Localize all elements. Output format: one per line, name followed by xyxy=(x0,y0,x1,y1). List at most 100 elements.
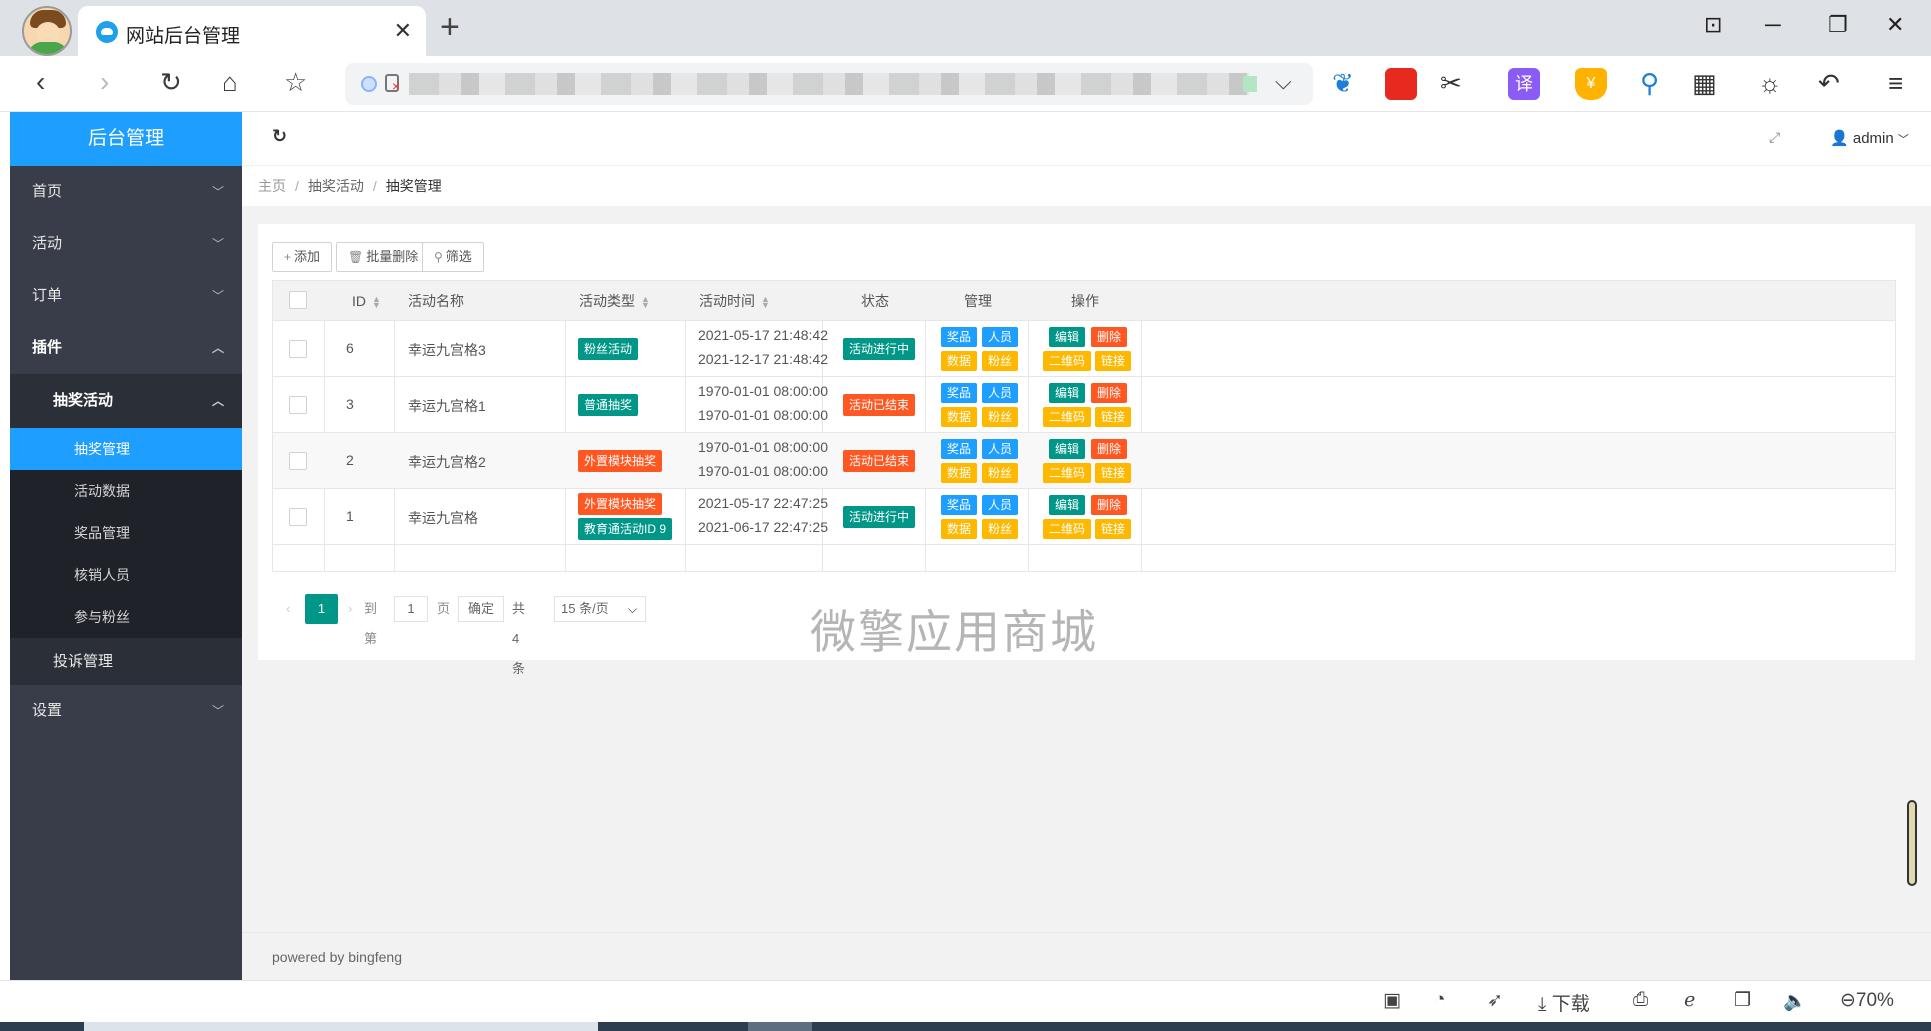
image-icon[interactable]: ▣ xyxy=(1383,989,1401,1012)
back-icon[interactable]: ‹ xyxy=(36,66,45,98)
scrollbar-thumb[interactable] xyxy=(1907,800,1917,886)
minimize-button[interactable]: ─ xyxy=(1765,12,1781,38)
sidebar-item-verifiers[interactable]: 核销人员 xyxy=(10,554,242,596)
link-button[interactable]: 链接 xyxy=(1095,519,1132,539)
col-id[interactable]: ID ▲ ▼ xyxy=(352,281,381,321)
fullscreen-icon[interactable]: ⤢ xyxy=(1769,129,1780,146)
col-type[interactable]: 活动类型 ▲ ▼ xyxy=(579,281,650,321)
qrcode-button[interactable]: 二维码 xyxy=(1043,351,1092,371)
fans-button[interactable]: 粉丝 xyxy=(982,407,1019,427)
refresh-icon[interactable]: ↻ xyxy=(272,126,287,147)
edit-button[interactable]: 编辑 xyxy=(1049,383,1086,403)
reload-icon[interactable]: ↻ xyxy=(160,66,182,98)
home-icon[interactable]: ⌂ xyxy=(222,66,238,98)
sidebar-subgroup-lottery[interactable]: 抽奖活动 ︿ xyxy=(10,374,242,428)
sidebar-item-complaints[interactable]: 投诉管理 xyxy=(10,638,242,685)
filter-button[interactable]: ⚲ 筛选 xyxy=(422,242,484,272)
sidebar-item-participants[interactable]: 参与粉丝 xyxy=(10,596,242,638)
staff-button[interactable]: 人员 xyxy=(982,327,1019,347)
data-button[interactable]: 数据 xyxy=(941,407,978,427)
link-button[interactable]: 链接 xyxy=(1095,407,1132,427)
sidebar-item-orders[interactable]: 订单 ﹀ xyxy=(10,270,242,322)
zoom-control[interactable]: ⊖70% xyxy=(1840,989,1894,1012)
undo-icon[interactable]: ↶ xyxy=(1818,68,1850,100)
sidebar-item-plugins[interactable]: 插件 ︿ xyxy=(10,322,242,374)
leaf-extension-icon[interactable]: ❦ xyxy=(1332,68,1364,100)
url-dropdown-icon[interactable]: ⌵ xyxy=(1275,69,1292,95)
link-button[interactable]: 链接 xyxy=(1095,351,1132,371)
close-window-button[interactable]: ✕ xyxy=(1886,12,1904,38)
row-checkbox[interactable] xyxy=(289,452,307,470)
fans-button[interactable]: 粉丝 xyxy=(982,463,1019,483)
delete-button[interactable]: 删除 xyxy=(1091,495,1128,515)
delete-button[interactable]: 删除 xyxy=(1091,439,1128,459)
qrcode-button[interactable]: 二维码 xyxy=(1043,463,1092,483)
menu-icon[interactable]: ≡ xyxy=(1888,68,1920,100)
sort-icon[interactable]: ▲ ▼ xyxy=(372,295,381,310)
prize-button[interactable]: 奖品 xyxy=(941,495,978,515)
qrcode-button[interactable]: 二维码 xyxy=(1043,519,1092,539)
prize-button[interactable]: 奖品 xyxy=(941,327,978,347)
page-size-select[interactable]: 15 条/页 ⌵ xyxy=(554,596,646,622)
batch-delete-button[interactable]: 🗑 批量删除 xyxy=(336,242,431,272)
browser-tab[interactable]: 网站后台管理 ✕ xyxy=(78,6,426,56)
sort-icon[interactable]: ▲ ▼ xyxy=(761,295,770,310)
fans-button[interactable]: 粉丝 xyxy=(982,351,1019,371)
row-checkbox[interactable] xyxy=(289,508,307,526)
fans-button[interactable]: 粉丝 xyxy=(982,519,1019,539)
sidebar-item-prize-manage[interactable]: 奖品管理 xyxy=(10,512,242,554)
coupon-icon[interactable]: ¥ xyxy=(1575,68,1607,100)
add-button[interactable]: + 添加 xyxy=(272,242,333,272)
data-button[interactable]: 数据 xyxy=(941,519,978,539)
scissors-icon[interactable]: ✂ xyxy=(1440,68,1472,100)
data-button[interactable]: 数据 xyxy=(941,351,978,371)
select-all-checkbox[interactable] xyxy=(289,291,307,309)
sidebar-item-settings[interactable]: 设置 ﹀ xyxy=(10,685,242,737)
brightness-icon[interactable]: ☼ xyxy=(1758,68,1790,100)
delete-button[interactable]: 删除 xyxy=(1091,327,1128,347)
tab-close-icon[interactable]: ✕ xyxy=(394,18,412,44)
star-icon[interactable]: ☆ xyxy=(284,66,307,98)
translate-icon[interactable]: 译 xyxy=(1508,68,1540,100)
new-tab-button[interactable]: + xyxy=(440,8,460,47)
address-bar[interactable]: ⌵ xyxy=(345,63,1313,105)
staff-button[interactable]: 人员 xyxy=(982,495,1019,515)
sidebar-logo[interactable]: 后台管理 xyxy=(10,112,242,166)
sidebar-item-activity[interactable]: 活动 ﹀ xyxy=(10,218,242,270)
ie-icon[interactable]: ℯ xyxy=(1684,989,1695,1012)
page-1-button[interactable]: 1 xyxy=(305,594,338,624)
row-checkbox[interactable] xyxy=(289,396,307,414)
row-checkbox[interactable] xyxy=(289,340,307,358)
col-time[interactable]: 活动时间 ▲ ▼ xyxy=(699,281,770,321)
data-button[interactable]: 数据 xyxy=(941,463,978,483)
breadcrumb-lottery[interactable]: 抽奖活动 xyxy=(308,178,364,194)
edit-button[interactable]: 编辑 xyxy=(1049,439,1086,459)
prev-page-icon[interactable]: ‹ xyxy=(286,594,290,624)
breadcrumb-home[interactable]: 主页 xyxy=(258,178,286,194)
delete-button[interactable]: 删除 xyxy=(1091,383,1128,403)
sidebar-item-activity-data[interactable]: 活动数据 xyxy=(10,470,242,512)
goto-page-input[interactable]: 1 xyxy=(394,596,428,622)
staff-button[interactable]: 人员 xyxy=(982,439,1019,459)
skin-icon[interactable]: ⊡ xyxy=(1704,12,1722,38)
staff-button[interactable]: 人员 xyxy=(982,383,1019,403)
prize-button[interactable]: 奖品 xyxy=(941,439,978,459)
user-menu[interactable]: 👤 admin ﹀ xyxy=(1830,129,1909,147)
profile-avatar[interactable] xyxy=(22,6,72,56)
sound-icon[interactable]: 🔈 xyxy=(1783,989,1807,1013)
edit-button[interactable]: 编辑 xyxy=(1049,495,1086,515)
sort-icon[interactable]: ▲ ▼ xyxy=(641,295,650,310)
link-button[interactable]: 链接 xyxy=(1095,463,1132,483)
sidebar-item-lottery-manage[interactable]: 抽奖管理 xyxy=(10,428,242,470)
sidebar-item-home[interactable]: 首页 ﹀ xyxy=(10,166,242,218)
edit-button[interactable]: 编辑 xyxy=(1049,327,1086,347)
qrcode-button[interactable]: 二维码 xyxy=(1043,407,1092,427)
speed-icon[interactable]: ◔ xyxy=(1434,989,1445,1011)
apps-grid-icon[interactable]: ▦ xyxy=(1692,68,1724,100)
prize-button[interactable]: 奖品 xyxy=(941,383,978,403)
window-icon[interactable]: ❐ xyxy=(1734,989,1751,1012)
restore-button[interactable]: ❐ xyxy=(1828,12,1848,38)
red-extension-icon[interactable] xyxy=(1385,68,1417,100)
magnifier-icon[interactable]: ⚲ xyxy=(1640,68,1672,100)
rocket-icon[interactable]: ➶ xyxy=(1487,989,1503,1012)
